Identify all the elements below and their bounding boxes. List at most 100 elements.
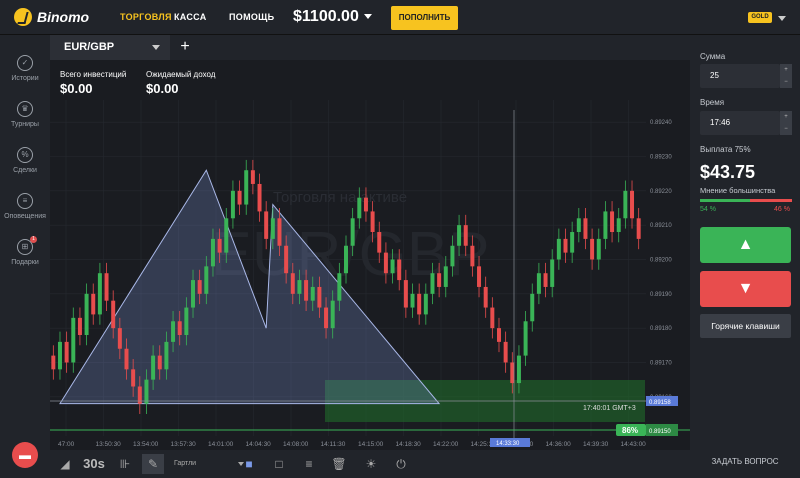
candle-body	[610, 211, 615, 233]
candle-body	[623, 190, 628, 219]
chat-bubble-icon[interactable]: ▬	[12, 442, 38, 468]
candle-body	[430, 273, 435, 294]
sum-stepper[interactable]: + −	[780, 64, 792, 88]
candle-body	[403, 280, 408, 308]
candle-body	[496, 328, 501, 342]
fill-color-icon[interactable]: ■	[238, 454, 260, 474]
sidebar-item-history[interactable]: ✓ Истории	[0, 55, 50, 82]
add-tab-button[interactable]: +	[175, 35, 195, 60]
nav-trading[interactable]: ТОРГОВЛЯ	[120, 12, 172, 22]
plug-icon[interactable]: ⏻	[390, 454, 412, 474]
minus-icon[interactable]: −	[780, 76, 792, 88]
chevron-down-icon	[363, 14, 372, 20]
time-tick-label: 13:57:30	[171, 441, 197, 448]
candle-body	[350, 218, 355, 246]
candle-body	[197, 280, 202, 294]
candle-body	[157, 355, 162, 370]
line-style-icon[interactable]: ≡	[298, 454, 320, 474]
chevron-down-icon[interactable]	[778, 16, 786, 21]
sidebar-item-deals[interactable]: % Сделки	[0, 147, 50, 174]
candle-body	[383, 252, 388, 274]
candle-body	[423, 293, 428, 315]
candle-body	[410, 293, 415, 308]
asset-pair-label: EUR/GBP	[64, 41, 115, 53]
candle-body	[370, 211, 375, 233]
time-tick-label: 14:15:00	[358, 441, 384, 448]
down-button[interactable]: ▼	[700, 271, 791, 307]
candlestick-chart[interactable]: Торговля на активе EUR/GBP 0.892400.8923…	[50, 60, 690, 450]
candle-body	[177, 321, 182, 336]
sidebar-item-gifts[interactable]: ⊞ 1 Подарки	[0, 236, 50, 266]
candle-body	[523, 321, 528, 356]
draw-icon[interactable]: ✎	[142, 454, 164, 474]
total-invested: Всего инвестиций $0.00	[60, 70, 126, 96]
price-tick-label: 0.89190	[650, 292, 672, 298]
price-tick-label: 0.89230	[650, 154, 672, 160]
nav-cashier[interactable]: КАССА	[174, 12, 207, 22]
chart-down-icon: ▼	[737, 280, 754, 297]
candle-body	[337, 273, 342, 301]
area-chart-icon[interactable]: ◢	[54, 454, 76, 474]
status-badge[interactable]: GOLD	[748, 12, 772, 23]
price-tick-label: 0.89240	[650, 120, 672, 126]
brand-logo[interactable]: Binomo	[14, 8, 89, 26]
timeframe-button[interactable]: 30s	[80, 454, 108, 474]
nav-help[interactable]: ПОМОЩЬ	[229, 12, 274, 22]
tab-eur-gbp[interactable]: EUR/GBP	[50, 35, 170, 60]
time-tick-label: 14:04:30	[246, 441, 272, 448]
price-chart[interactable]: Торговля на активе EUR/GBP 0.89240 0.8923…	[50, 60, 690, 450]
candles-icon[interactable]: ⊪	[114, 454, 136, 474]
candle-body	[257, 183, 262, 212]
minus-icon[interactable]: −	[780, 123, 792, 135]
time-tick-label: 14:08:00	[283, 441, 309, 448]
cursor-time-label: 14:33:30	[496, 441, 520, 447]
chevron-down-icon	[152, 45, 160, 50]
sun-icon[interactable]: ☀	[360, 454, 382, 474]
candle-body	[583, 218, 588, 239]
trash-icon[interactable]: 🗑	[328, 454, 350, 474]
plus-icon[interactable]: +	[780, 64, 792, 76]
time-input[interactable]: 17:46	[700, 111, 780, 135]
top-bar: Binomo ТОРГОВЛЯ КАССА ПОМОЩЬ $1100.00 ПО…	[0, 0, 800, 35]
deposit-button[interactable]: ПОПОЛНИТЬ	[391, 6, 458, 30]
candle-body	[570, 232, 575, 253]
candle-body	[463, 225, 468, 246]
candle-body	[151, 355, 156, 380]
asset-tab-bar: EUR/GBP +	[50, 35, 690, 60]
price-tick-label: 0.89170	[650, 360, 672, 366]
sidebar-item-label: Подарки	[11, 259, 39, 266]
balance-selector[interactable]: $1100.00	[293, 8, 372, 26]
ask-question-button[interactable]: ЗАДАТЬ ВОПРОС	[690, 457, 800, 466]
candle-body	[390, 259, 395, 274]
rectangle-icon[interactable]: □	[268, 454, 290, 474]
sidebar-item-tournaments[interactable]: ♛ Турниры	[0, 101, 50, 128]
candle-body	[171, 321, 176, 342]
gift-count-badge: 1	[30, 236, 37, 243]
hotkeys-button[interactable]: Горячие клавиши	[700, 314, 791, 338]
sum-input[interactable]: 25	[700, 64, 780, 88]
candle-body	[224, 218, 229, 253]
candle-body	[324, 307, 329, 329]
plus-icon[interactable]: +	[780, 111, 792, 123]
candle-body	[124, 348, 129, 370]
time-stepper[interactable]: + −	[780, 111, 792, 135]
chart-up-icon: ▲	[737, 236, 754, 253]
candle-body	[277, 218, 282, 246]
sidebar-item-notifications[interactable]: ≡ Оповещения	[0, 193, 50, 220]
up-button[interactable]: ▲	[700, 227, 791, 263]
sum-label: Сумма	[700, 52, 726, 61]
chart-toolbar: ◢ 30s ⊪ ✎ Гартли ■ □ ≡ 🗑 ☀ ⏻	[50, 450, 690, 478]
left-sidebar: ✓ Истории ♛ Турниры % Сделки ≡ Оповещения ⊞ 1…	[0, 35, 50, 478]
payout-label: Выплата 75%	[700, 145, 751, 154]
current-price-label: 0.89150	[649, 429, 671, 435]
candle-body	[64, 341, 69, 363]
candle-body	[210, 238, 215, 267]
time-tick-label: 14:01:00	[208, 441, 234, 448]
candle-body	[230, 190, 235, 219]
crosshair-time-label: 17:40:01 GMT+3	[583, 405, 636, 412]
candle-body	[377, 232, 382, 253]
candle-body	[443, 266, 448, 287]
balance-value: $1100.00	[293, 8, 359, 25]
time-tick-label: 14:22:00	[433, 441, 459, 448]
sidebar-item-label: Турниры	[11, 121, 39, 128]
